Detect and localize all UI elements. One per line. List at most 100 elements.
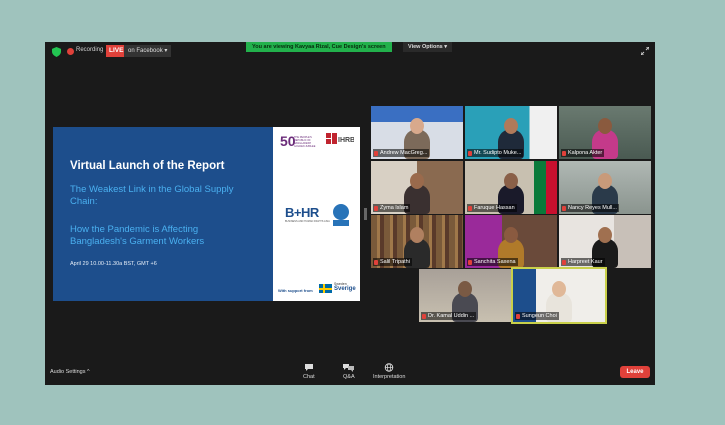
participant-name-tag: Sungeun Choi (515, 312, 559, 320)
chat-label: Chat (303, 374, 315, 380)
slide-subtitle: The Weakest Link in the Global Supply Ch… (70, 184, 234, 207)
participant-name: Sanchita Saxena (474, 259, 516, 265)
svg-text:IHRB: IHRB (338, 137, 354, 144)
participant-tile[interactable]: Sanchita Saxena (465, 215, 557, 268)
participant-name: Andrew MacGreg... (380, 150, 428, 156)
interpretation-label: Interpretation (373, 374, 406, 380)
audio-settings-label: Audio Settings (50, 369, 86, 375)
participant-head (458, 281, 472, 297)
muted-mic-icon (562, 259, 566, 265)
participant-head (598, 173, 612, 189)
chat-icon (304, 364, 313, 371)
participant-name: Sungeun Choi (522, 313, 557, 319)
muted-mic-icon (468, 205, 472, 211)
participant-head (504, 173, 518, 189)
participant-tile[interactable]: Kalpona Akter (559, 106, 651, 159)
participant-tile[interactable]: Andrew MacGreg... (371, 106, 463, 159)
muted-mic-icon (374, 205, 378, 211)
chevron-up-icon: ^ (87, 369, 90, 375)
participant-name-tag: Mr. Sudipto Muke... (467, 149, 524, 157)
shield-icon[interactable] (52, 47, 61, 57)
participant-tile[interactable]: Harpreet Kaur (559, 215, 651, 268)
participant-tile[interactable]: Nancy Reyes Mull... (559, 161, 651, 214)
participant-name-tag: Harpreet Kaur (561, 258, 605, 266)
chevron-down-icon: ▾ (444, 44, 448, 50)
qa-label: Q&A (343, 374, 355, 380)
participant-tile-active-speaker[interactable]: Sungeun Choi (511, 267, 607, 324)
live-destination-dropdown[interactable]: on Facebook ▾ (124, 45, 172, 57)
participant-head (598, 227, 612, 243)
view-options-button[interactable]: View Options ▾ (403, 42, 453, 52)
ihrb-logo: IHRB (326, 133, 354, 144)
participant-name-tag: Faruque Hassan (467, 204, 517, 212)
slide-subtitle-2: How the Pandemic is Affecting Bangladesh… (70, 224, 205, 247)
presentation-slide: Virtual Launch of the Report The Weakest… (53, 127, 360, 301)
bottom-toolbar: Audio Settings ^ Chat Q&A Interpretation… (45, 360, 655, 385)
participant-name-tag: Salil Tripathi (373, 258, 412, 266)
sweden-flag-icon (319, 284, 332, 293)
muted-mic-icon (562, 205, 566, 211)
golden-jubilee-logo-text: THE PEOPLE'S REPUBLIC OF BANGLADESH GOLD… (294, 136, 316, 148)
support-label: With support from (278, 288, 313, 293)
muted-mic-icon (374, 150, 378, 156)
participant-name-tag: Nancy Reyes Mull... (561, 204, 619, 212)
splitter-handle[interactable] (364, 208, 367, 220)
audio-settings-button[interactable]: Audio Settings ^ (50, 369, 90, 375)
participant-head (598, 118, 612, 134)
participant-name-tag: Dr. Kamal Uddin ... (421, 312, 477, 320)
participant-name: Harpreet Kaur (568, 259, 603, 265)
qa-button[interactable]: Q&A (343, 363, 355, 380)
participant-name: Mr. Sudipto Muke... (474, 150, 522, 156)
recording-label: Recording (76, 47, 104, 53)
sweden-logo-text: Sweden Sverige (334, 282, 356, 292)
chevron-down-icon: ▾ (164, 48, 168, 54)
zoom-window: Recording LIVE on Facebook ▾ You are vie… (45, 42, 655, 385)
participant-name-tag: Kalpona Akter (561, 149, 605, 157)
recording-icon (67, 48, 74, 55)
participant-name: Zyma Islam (380, 205, 409, 211)
participant-name: Salil Tripathi (380, 259, 410, 265)
bhr-asia-logo: B+HR (285, 205, 319, 220)
muted-mic-icon (468, 259, 472, 265)
muted-mic-icon (422, 313, 426, 319)
top-bar: Recording LIVE on Facebook ▾ You are vie… (45, 42, 655, 62)
chat-button[interactable]: Chat (303, 363, 315, 380)
participant-name-tag: Andrew MacGreg... (373, 149, 430, 157)
participant-head (410, 118, 424, 134)
participant-tile[interactable]: Faruque Hassan (465, 161, 557, 214)
live-destination-label: on Facebook (128, 48, 163, 54)
bhr-asia-logo-subtitle: BUSINESS AND HUMAN RIGHTS ASIA (285, 220, 330, 223)
expand-icon[interactable] (641, 47, 649, 55)
slide-date: April 29 10.00-11.30a BST, GMT +6 (70, 261, 157, 267)
muted-mic-icon (562, 150, 566, 156)
muted-mic-icon (468, 150, 472, 156)
participant-name: Dr. Kamal Uddin ... (428, 313, 475, 319)
participant-name: Faruque Hassan (474, 205, 515, 211)
slide-logo-panel: 50 THE PEOPLE'S REPUBLIC OF BANGLADESH G… (273, 127, 360, 301)
participant-tile[interactable]: Dr. Kamal Uddin ... (419, 269, 511, 322)
view-options-label: View Options (408, 44, 443, 50)
muted-mic-icon (374, 259, 378, 265)
shared-screen: Virtual Launch of the Report The Weakest… (48, 115, 363, 311)
participant-head (504, 118, 518, 134)
qa-icon (343, 364, 355, 372)
participant-head (504, 227, 518, 243)
participant-name: Kalpona Akter (568, 150, 603, 156)
participant-name-tag: Sanchita Saxena (467, 258, 518, 266)
slide-main-panel: Virtual Launch of the Report The Weakest… (53, 127, 273, 301)
leave-button[interactable]: Leave (620, 366, 650, 378)
participant-tile[interactable]: Zyma Islam (371, 161, 463, 214)
participant-name-tag: Zyma Islam (373, 204, 411, 212)
undp-logo (333, 220, 349, 226)
participant-head (552, 281, 566, 297)
participant-tile[interactable]: Salil Tripathi (371, 215, 463, 268)
participant-head (410, 227, 424, 243)
globe-icon (384, 363, 394, 372)
viewing-screen-banner: You are viewing Kavyaa Rizal, Cue Design… (246, 42, 392, 52)
participant-tile[interactable]: Mr. Sudipto Muke... (465, 106, 557, 159)
interpretation-button[interactable]: Interpretation (373, 363, 405, 380)
participant-name: Nancy Reyes Mull... (568, 205, 617, 211)
un-emblem-logo (333, 204, 349, 220)
slide-title: Virtual Launch of the Report (70, 160, 225, 172)
muted-mic-icon (516, 313, 520, 319)
